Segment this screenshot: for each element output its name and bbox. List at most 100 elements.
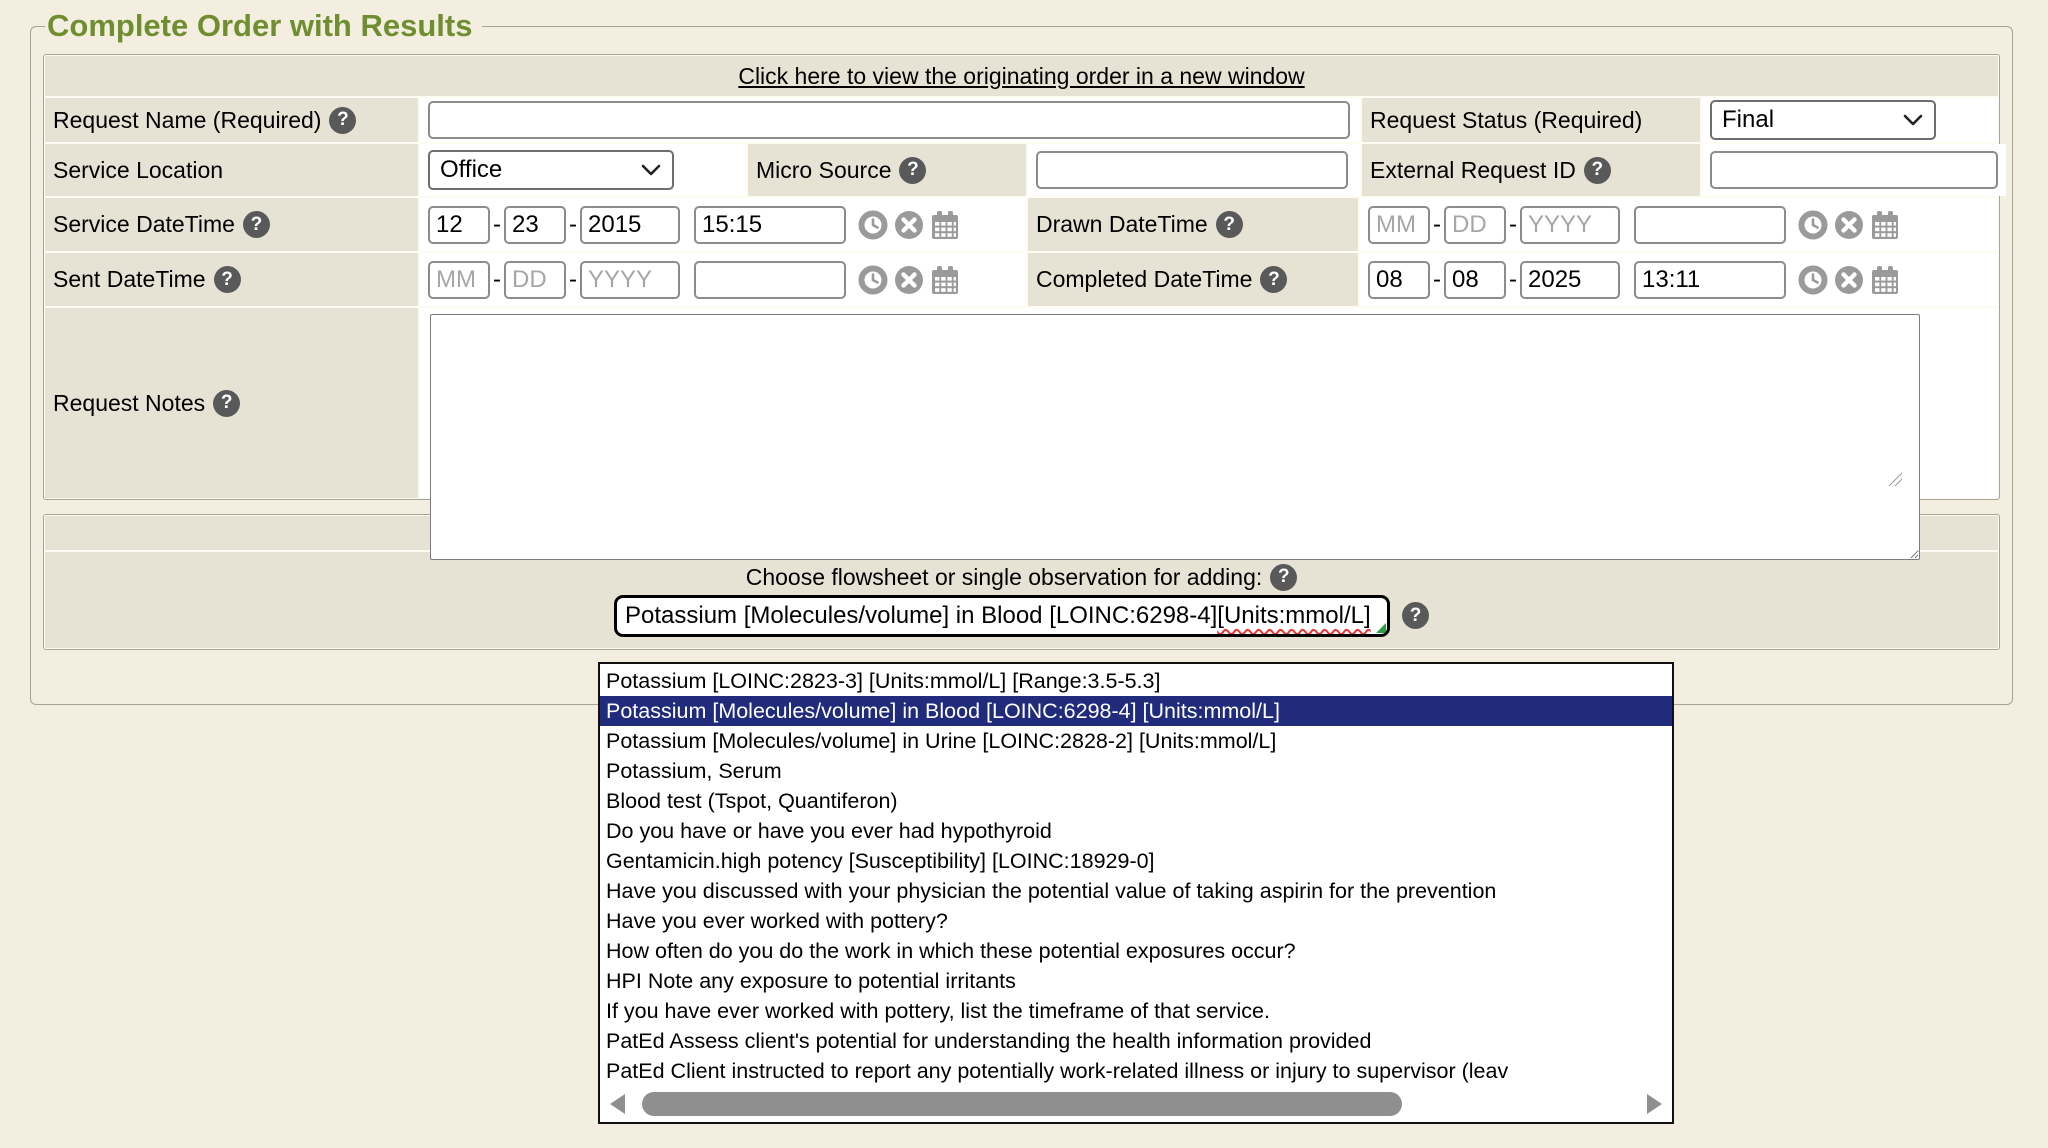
order-form-table: Click here to view the originating order… xyxy=(43,54,2000,500)
help-icon[interactable]: ? xyxy=(1216,211,1243,238)
dropdown-option[interactable]: How often do you do the work in which th… xyxy=(600,936,1672,966)
observation-dropdown-list: Potassium [LOINC:2823-3] [Units:mmol/L] … xyxy=(600,664,1672,1086)
drawn-datetime-label: Drawn DateTime xyxy=(1036,211,1208,238)
view-originating-order-link[interactable]: Click here to view the originating order… xyxy=(738,63,1304,90)
drawn-year-input[interactable] xyxy=(1520,206,1620,244)
completed-month-input[interactable] xyxy=(1368,261,1430,299)
clear-icon[interactable] xyxy=(894,265,924,295)
service-location-select[interactable]: Office xyxy=(428,150,674,190)
dropdown-option[interactable]: If you have ever worked with pottery, li… xyxy=(600,996,1672,1026)
horizontal-scrollbar[interactable] xyxy=(602,1089,1670,1119)
service-location-label: Service Location xyxy=(53,157,223,184)
request-name-input[interactable] xyxy=(428,101,1350,139)
completed-datetime-cell: - - xyxy=(1360,253,1998,306)
external-request-id-input[interactable] xyxy=(1710,151,1998,189)
date-separator: - xyxy=(493,211,501,239)
dropdown-option[interactable]: PatEd Assess client's potential for unde… xyxy=(600,1026,1672,1056)
request-status-label: Request Status (Required) xyxy=(1370,107,1642,134)
dropdown-option[interactable]: Potassium [Molecules/volume] in Urine [L… xyxy=(600,726,1672,756)
sent-year-input[interactable] xyxy=(580,261,680,299)
dropdown-option[interactable]: Have you discussed with your physician t… xyxy=(600,876,1672,906)
completed-year-input[interactable] xyxy=(1520,261,1620,299)
scrollbar-thumb[interactable] xyxy=(642,1092,1402,1116)
clear-icon[interactable] xyxy=(1834,265,1864,295)
clock-icon[interactable] xyxy=(858,265,888,295)
dropdown-option[interactable]: Potassium [Molecules/volume] in Blood [L… xyxy=(600,696,1672,726)
date-separator: - xyxy=(1433,266,1441,294)
date-separator: - xyxy=(1509,266,1517,294)
calendar-icon[interactable] xyxy=(1870,210,1900,240)
drawn-day-input[interactable] xyxy=(1444,206,1506,244)
request-status-select[interactable]: Final xyxy=(1710,100,1936,140)
clear-icon[interactable] xyxy=(1834,210,1864,240)
help-icon[interactable]: ? xyxy=(243,211,270,238)
date-separator: - xyxy=(493,266,501,294)
service-month-input[interactable] xyxy=(428,206,490,244)
request-status-value: Final xyxy=(1722,106,1774,134)
service-datetime-cell: - - xyxy=(420,198,1026,251)
observation-dropdown: Potassium [LOINC:2823-3] [Units:mmol/L] … xyxy=(598,662,1674,1124)
help-icon[interactable]: ? xyxy=(1260,266,1287,293)
dropdown-option[interactable]: Potassium, Serum xyxy=(600,756,1672,786)
completed-time-input[interactable] xyxy=(1634,261,1786,299)
request-notes-textarea[interactable] xyxy=(430,314,1920,560)
external-request-id-label-cell: External Request ID ? xyxy=(1362,144,1700,196)
drawn-time-input[interactable] xyxy=(1634,206,1786,244)
dropdown-option[interactable]: PatEd Client instructed to report any po… xyxy=(600,1056,1672,1086)
external-request-id-label: External Request ID xyxy=(1370,157,1576,184)
drawn-month-input[interactable] xyxy=(1368,206,1430,244)
clock-icon[interactable] xyxy=(858,210,888,240)
service-datetime-label-cell: Service DateTime ? xyxy=(45,198,418,251)
completed-day-input[interactable] xyxy=(1444,261,1506,299)
help-icon[interactable]: ? xyxy=(213,390,240,417)
scroll-right-icon[interactable] xyxy=(1647,1094,1662,1114)
calendar-icon[interactable] xyxy=(930,210,960,240)
calendar-icon[interactable] xyxy=(930,265,960,295)
request-notes-label: Request Notes xyxy=(53,390,205,417)
completed-datetime-label-cell: Completed DateTime ? xyxy=(1028,253,1358,306)
service-time-input[interactable] xyxy=(694,206,846,244)
choose-observation-label: Choose flowsheet or single observation f… xyxy=(746,564,1263,591)
request-status-label-cell: Request Status (Required) xyxy=(1362,98,1700,142)
service-year-input[interactable] xyxy=(580,206,680,244)
observation-search-input[interactable]: Potassium [Molecules/volume] in Blood [L… xyxy=(614,595,1390,637)
observation-search-value: Potassium [Molecules/volume] in Blood [L… xyxy=(625,602,1217,630)
micro-source-label-cell: Micro Source ? xyxy=(748,144,1026,196)
originating-order-row: Click here to view the originating order… xyxy=(45,56,1998,96)
date-separator: - xyxy=(1509,211,1517,239)
help-icon[interactable]: ? xyxy=(214,266,241,293)
micro-source-label: Micro Source xyxy=(756,157,891,184)
resize-handle[interactable] xyxy=(1888,472,1902,486)
clock-icon[interactable] xyxy=(1798,265,1828,295)
observation-search-value-flagged: [Units:mmol/L] xyxy=(1217,602,1370,630)
service-day-input[interactable] xyxy=(504,206,566,244)
help-icon[interactable]: ? xyxy=(1584,157,1611,184)
sent-datetime-label-cell: Sent DateTime ? xyxy=(45,253,418,306)
dropdown-option[interactable]: Blood test (Tspot, Quantiferon) xyxy=(600,786,1672,816)
scroll-left-icon[interactable] xyxy=(610,1094,625,1114)
sent-time-input[interactable] xyxy=(694,261,846,299)
observation-chooser: Choose flowsheet or single observation f… xyxy=(45,552,1998,648)
clock-icon[interactable] xyxy=(1798,210,1828,240)
dropdown-option[interactable]: Do you have or have you ever had hypothy… xyxy=(600,816,1672,846)
request-notes-label-cell: Request Notes ? xyxy=(45,308,418,498)
page-title: Complete Order with Results xyxy=(45,8,482,44)
dropdown-option[interactable]: Have you ever worked with pottery? xyxy=(600,906,1672,936)
help-icon[interactable]: ? xyxy=(899,157,926,184)
chevron-down-icon xyxy=(640,162,662,178)
help-icon[interactable]: ? xyxy=(1402,602,1429,629)
service-datetime-label: Service DateTime xyxy=(53,211,235,238)
request-name-label-cell: Request Name (Required) ? xyxy=(45,98,418,142)
completed-datetime-label: Completed DateTime xyxy=(1036,266,1252,293)
dropdown-option[interactable]: HPI Note any exposure to potential irrit… xyxy=(600,966,1672,996)
help-icon[interactable]: ? xyxy=(329,107,356,134)
dropdown-option[interactable]: Gentamicin.high potency [Susceptibility]… xyxy=(600,846,1672,876)
calendar-icon[interactable] xyxy=(1870,265,1900,295)
date-separator: - xyxy=(1433,211,1441,239)
sent-month-input[interactable] xyxy=(428,261,490,299)
sent-day-input[interactable] xyxy=(504,261,566,299)
dropdown-option[interactable]: Potassium [LOINC:2823-3] [Units:mmol/L] … xyxy=(600,666,1672,696)
help-icon[interactable]: ? xyxy=(1270,564,1297,591)
clear-icon[interactable] xyxy=(894,210,924,240)
micro-source-input[interactable] xyxy=(1036,151,1348,189)
